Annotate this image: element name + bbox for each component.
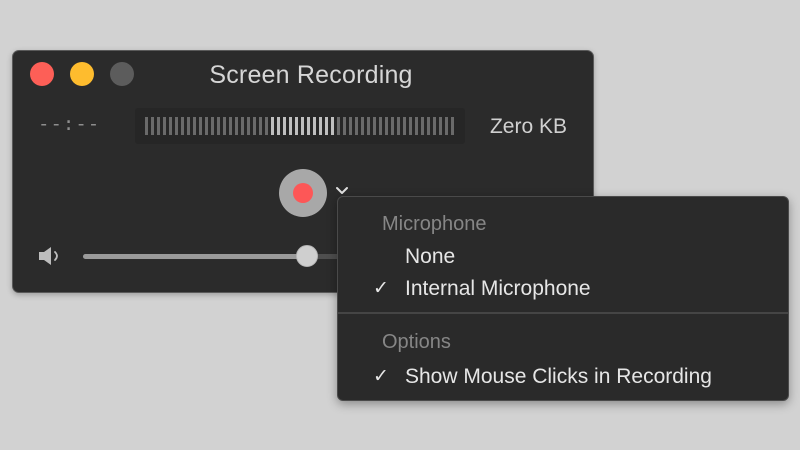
menu-item-label: Show Mouse Clicks in Recording [405,365,712,388]
meter-bar [217,117,220,135]
menu-item-show-mouse-clicks[interactable]: ✓ Show Mouse Clicks in Recording [338,362,788,394]
meter-bar [295,117,298,135]
meter-bar [253,117,256,135]
meter-bar [265,117,268,135]
file-size: Zero KB [489,115,567,138]
meter-bar [229,117,232,135]
meter-bar [187,117,190,135]
speaker-icon [38,245,64,272]
meter-bar [391,117,394,135]
meter-bar [433,117,436,135]
elapsed-time: --:-- [38,113,101,135]
audio-level-meter [135,108,465,144]
chevron-down-icon [336,187,348,194]
meter-bar [379,117,382,135]
meter-bar [289,117,292,135]
meter-bar [301,117,304,135]
meter-bar [223,117,226,135]
meter-bar [355,117,358,135]
meter-bar [193,117,196,135]
meter-bar [241,117,244,135]
record-button[interactable] [279,169,327,217]
meter-bar [439,117,442,135]
meter-bar [331,117,334,135]
meter-bar [307,117,310,135]
meter-bar [421,117,424,135]
meter-bar [199,117,202,135]
meter-bar [181,117,184,135]
meter-bar [397,117,400,135]
audio-level-bars [145,117,454,135]
volume-slider[interactable] [83,245,353,267]
meter-bar [415,117,418,135]
menu-header-microphone: Microphone [382,213,487,235]
checkmark-icon: ✓ [373,365,389,387]
meter-bar [337,117,340,135]
meter-bar [283,117,286,135]
window-title: Screen Recording [209,61,413,89]
menu-item-label: Internal Microphone [405,277,591,300]
volume-slider-fill [83,254,308,259]
meter-bar [157,117,160,135]
menu-header-options: Options [382,331,451,353]
meter-bar [151,117,154,135]
meter-bar [385,117,388,135]
meter-bar [277,117,280,135]
meter-bar [325,117,328,135]
menu-item-internal-microphone[interactable]: ✓ Internal Microphone [338,274,788,306]
meter-bar [349,117,352,135]
meter-bar [409,117,412,135]
menu-item-label: None [405,245,456,268]
meter-bar [373,117,376,135]
meter-bar [163,117,166,135]
options-menu: Microphone None ✓ Internal Microphone Op… [337,196,789,401]
meter-bar [271,117,274,135]
meter-bar [145,117,148,135]
meter-bar [445,117,448,135]
meter-bar [343,117,346,135]
meter-bar [247,117,250,135]
meter-bar [427,117,430,135]
meter-bar [211,117,214,135]
meter-bar [361,117,364,135]
volume-slider-knob[interactable] [296,245,319,267]
record-icon [293,183,313,203]
menu-separator [338,312,788,314]
meter-bar [175,117,178,135]
meter-bar [235,117,238,135]
meter-bar [169,117,172,135]
meter-bar [403,117,406,135]
meter-bar [319,117,322,135]
meter-bar [259,117,262,135]
menu-item-none[interactable]: None [338,242,788,274]
meter-bar [313,117,316,135]
meter-bar [205,117,208,135]
checkmark-icon: ✓ [373,277,389,299]
meter-bar [451,117,454,135]
meter-bar [367,117,370,135]
